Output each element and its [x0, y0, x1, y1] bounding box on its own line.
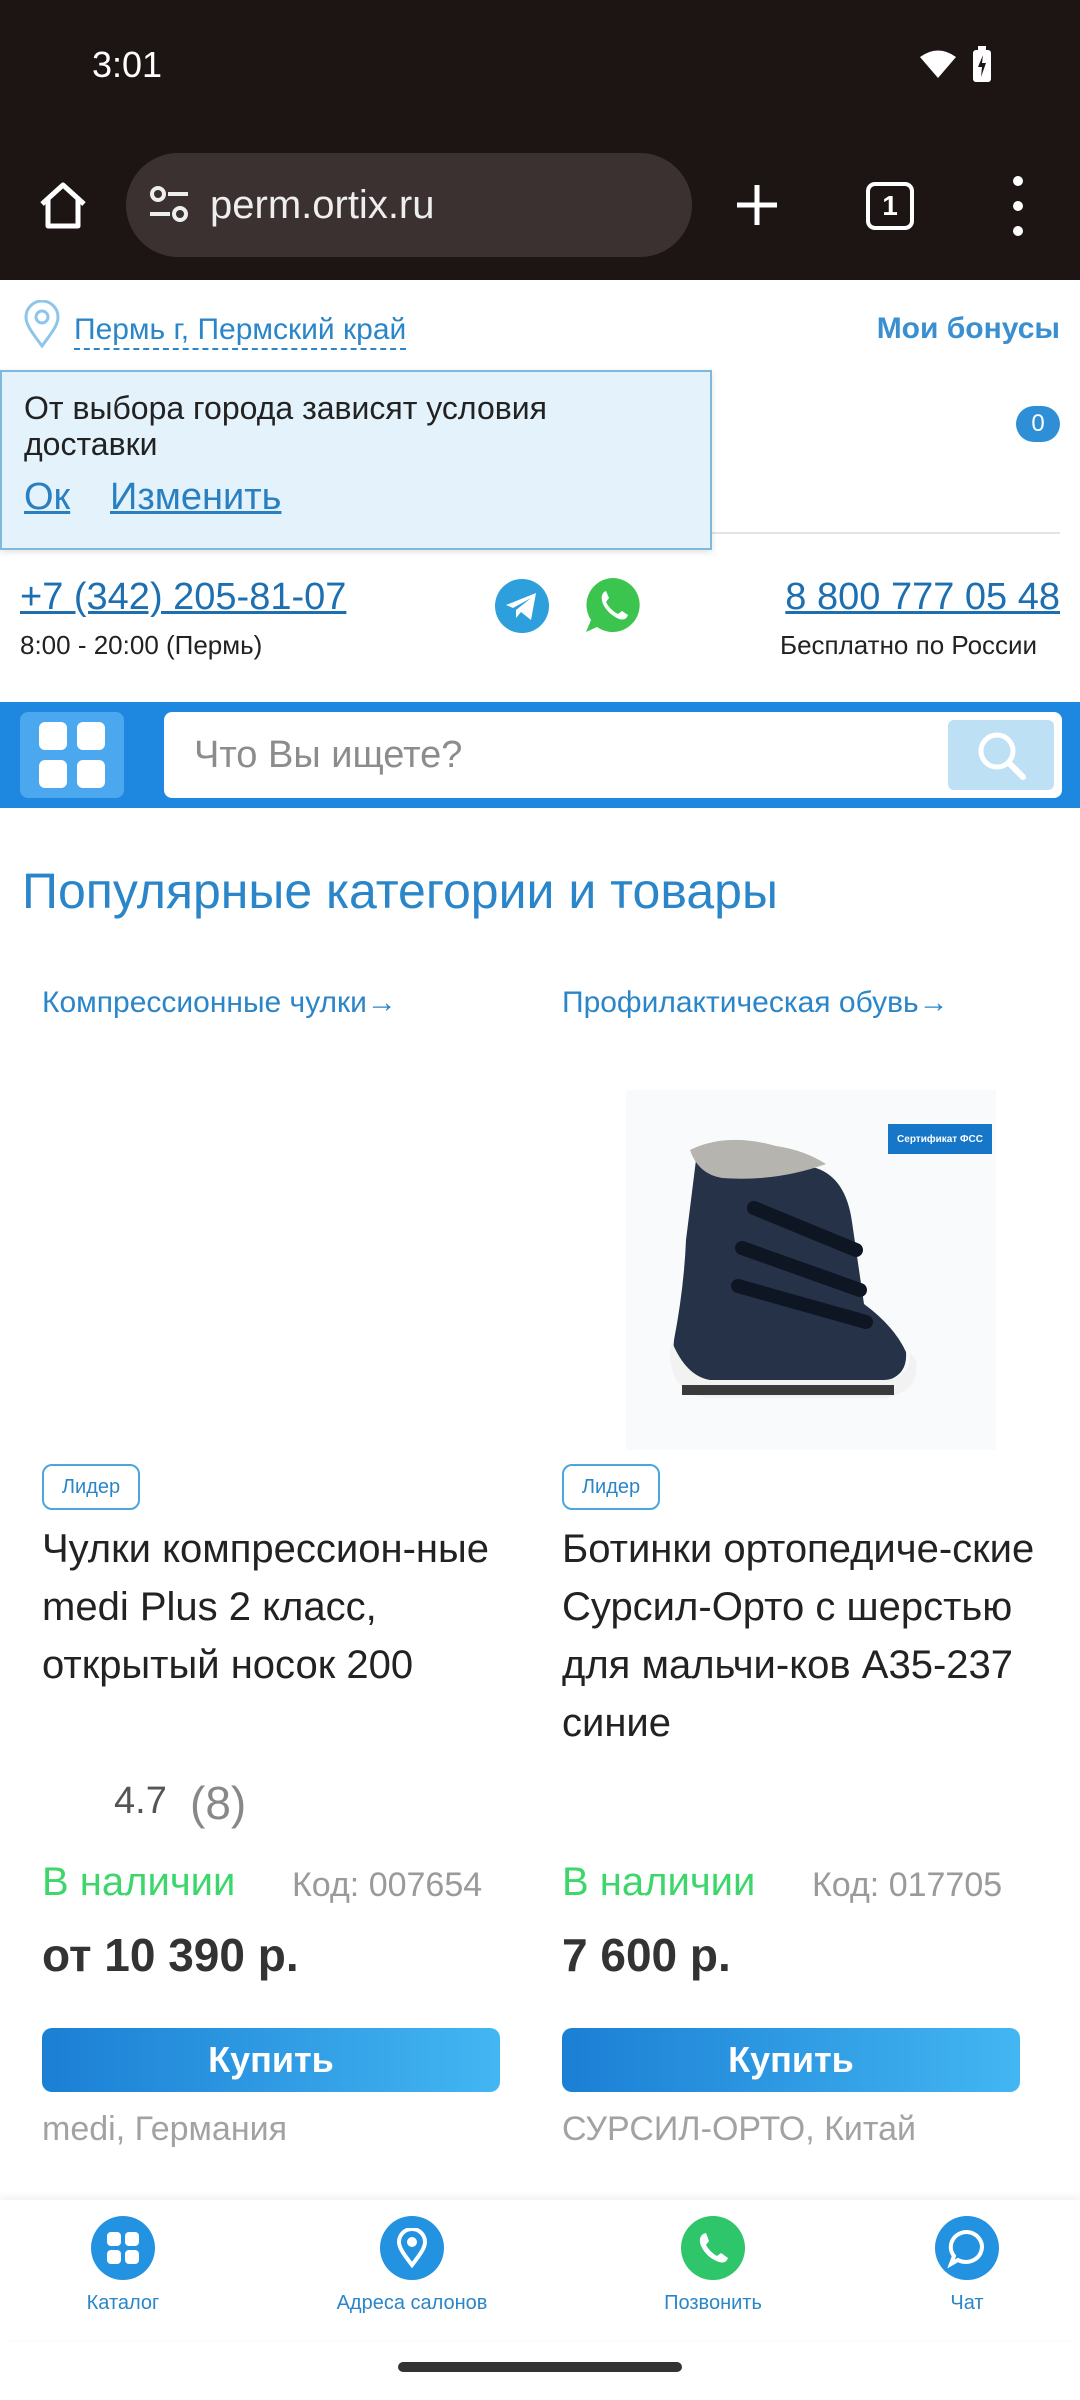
cart-count-badge[interactable]: 0: [1016, 406, 1060, 442]
status-time: 3:01: [92, 44, 163, 85]
menu-dot-icon: [1013, 201, 1023, 211]
gesture-handle[interactable]: [398, 2362, 682, 2372]
product-code: Код: 017705: [812, 1866, 1003, 1904]
location-pin-icon: [380, 2216, 444, 2280]
fss-certificate-badge: Сертификат ФСС: [888, 1124, 992, 1154]
home-button[interactable]: [28, 170, 98, 240]
local-phone-link[interactable]: +7 (342) 205-81-07: [20, 576, 346, 619]
status-bar: 3:01: [0, 0, 1080, 140]
grid-icon: [39, 722, 67, 750]
city-selector-link[interactable]: Пермь г, Пермский край: [74, 312, 407, 350]
product-code: Код: 007654: [292, 1866, 483, 1904]
product-rating: 4.7: [114, 1780, 167, 1822]
nav-call[interactable]: Позвонить: [646, 2216, 780, 2315]
menu-dot-icon: [1013, 226, 1023, 236]
more-menu-button[interactable]: [1000, 176, 1036, 236]
buy-button[interactable]: Купить: [42, 2028, 500, 2092]
plus-icon: [737, 185, 777, 225]
my-bonuses-link[interactable]: Мои бонусы: [877, 312, 1060, 346]
nav-chat[interactable]: Чат: [900, 2216, 1034, 2315]
telegram-icon[interactable]: [494, 578, 550, 634]
review-count[interactable]: (8): [190, 1776, 246, 1830]
chat-icon: [935, 2216, 999, 2280]
nav-label: Позвонить: [664, 2292, 762, 2314]
site-settings-icon: [150, 186, 188, 222]
location-pin-icon: [24, 300, 60, 349]
grid-icon: [39, 760, 67, 788]
catalog-menu-button[interactable]: [20, 712, 124, 798]
nav-salon-addresses[interactable]: Адреса салонов: [312, 2216, 512, 2315]
product-title[interactable]: Чулки компрессион-ные medi Plus 2 класс,…: [42, 1520, 542, 1694]
address-bar[interactable]: perm.ortix.ru: [126, 153, 692, 257]
free-phone-link[interactable]: 8 800 777 05 48: [785, 576, 1060, 619]
popup-ok-link[interactable]: Ок: [24, 476, 70, 519]
section-title: Популярные категории и товары: [22, 863, 778, 919]
new-tab-button[interactable]: [722, 170, 792, 240]
battery-icon: [973, 46, 991, 82]
nav-label: Каталог: [86, 2292, 160, 2314]
nav-label: Адреса салонов: [336, 2292, 488, 2314]
leader-badge: Лидер: [562, 1464, 660, 1510]
grid-icon: [77, 760, 105, 788]
grid-icon: [77, 722, 105, 750]
menu-dot-icon: [1013, 176, 1023, 186]
home-icon: [40, 182, 86, 229]
stock-status: В наличии: [42, 1860, 236, 1904]
buy-button[interactable]: Купить: [562, 2028, 1020, 2092]
category-link-footwear[interactable]: Профилактическая обувь→: [562, 986, 949, 1020]
search-strip: [0, 702, 1080, 808]
search-input[interactable]: [194, 726, 894, 784]
status-icons: [918, 46, 992, 82]
browser-toolbar: perm.ortix.ru 1: [0, 140, 1080, 280]
popup-change-link[interactable]: Изменить: [110, 476, 281, 519]
search-icon: [978, 732, 1026, 780]
phone-icon: [681, 2216, 745, 2280]
city-confirm-popup: От выбора города зависят условия доставк…: [0, 370, 712, 550]
location-row: Пермь г, Пермский край Мои бонусы: [0, 280, 1080, 360]
product-brand: СУРСИЛ-ОРТО, Китай: [562, 2110, 917, 2148]
header-divider: [700, 532, 1060, 534]
leader-badge: Лидер: [42, 1464, 140, 1510]
local-hours: 8:00 - 20:00 (Пермь): [20, 630, 263, 660]
product-brand: medi, Германия: [42, 2110, 288, 2148]
tab-switcher-button[interactable]: 1: [866, 182, 914, 230]
nav-label: Чат: [950, 2292, 984, 2314]
stock-status: В наличии: [562, 1860, 756, 1904]
url-text: perm.ortix.ru: [210, 183, 435, 227]
whatsapp-icon[interactable]: [582, 574, 644, 636]
product-title[interactable]: Ботинки ортопедиче-ские Сурсил-Орто с ше…: [562, 1520, 1062, 1752]
product-price: 7 600 р.: [562, 1929, 731, 1981]
wifi-icon: [920, 50, 956, 78]
free-phone-note: Бесплатно по России: [780, 630, 1038, 660]
search-button[interactable]: [948, 720, 1054, 790]
bottom-navigation: Каталог Адреса салонов Позвонить Чат: [0, 2200, 1080, 2340]
popup-message: От выбора города зависят условия доставк…: [24, 390, 547, 462]
category-link-compression[interactable]: Компрессионные чулки→: [42, 986, 397, 1020]
nav-catalog[interactable]: Каталог: [56, 2216, 190, 2315]
search-box: [164, 712, 1062, 798]
product-price: от 10 390 р.: [42, 1929, 299, 1981]
grid-icon: [91, 2216, 155, 2280]
